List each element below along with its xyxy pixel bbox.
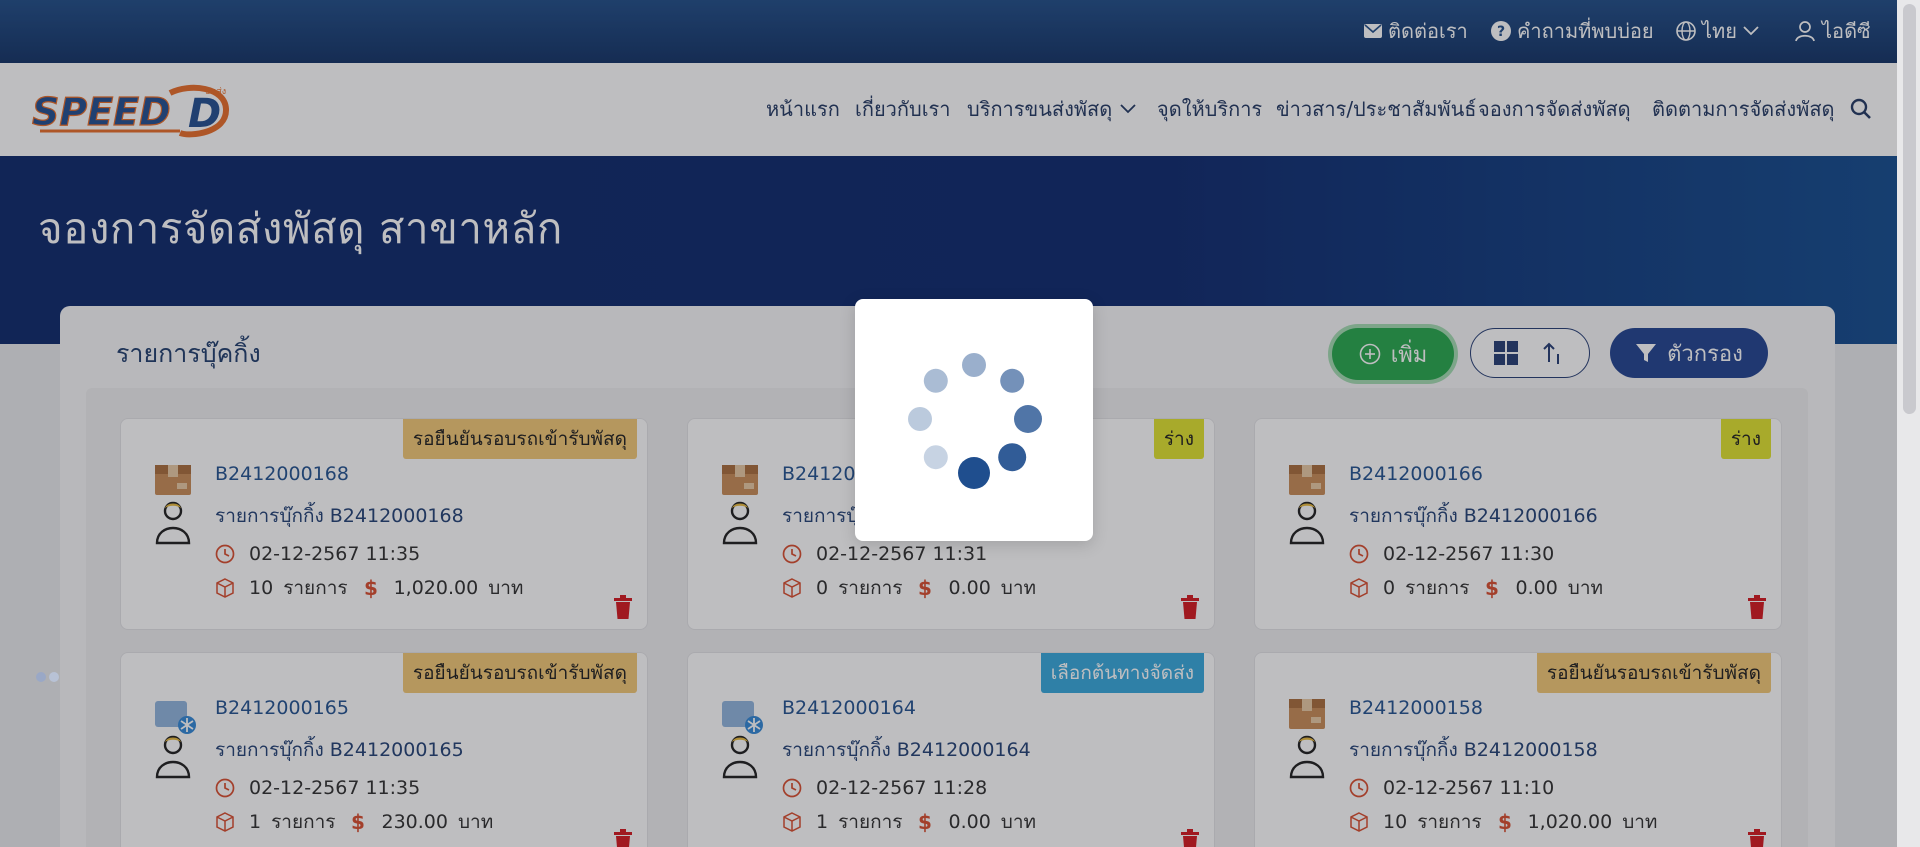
scrollbar-thumb[interactable] [1903,4,1916,414]
spinner-dot [962,353,986,377]
spinner-dot [908,407,932,431]
spinner-dot [958,457,990,489]
spinner-dot [923,368,948,393]
spinner-dot [1014,405,1042,433]
spinner-dot [923,445,948,470]
pagination-dots [36,672,59,682]
loading-spinner-dialog [855,299,1093,541]
spinner-icon [908,353,1042,489]
scrollbar[interactable] [1897,0,1920,847]
spinner-dot [998,443,1027,472]
spinner-dot [1000,368,1025,393]
